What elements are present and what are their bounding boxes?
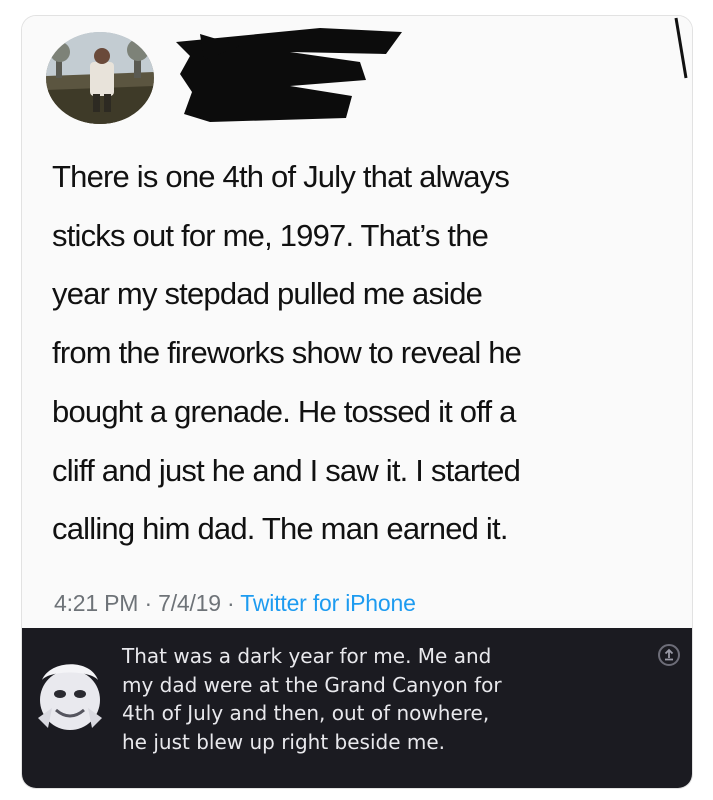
tweet-source-link[interactable]: Twitter for iPhone xyxy=(240,590,416,616)
tweet-text: There is one 4th of July that always sti… xyxy=(52,159,522,547)
tweet-date[interactable]: 7/4/19 xyxy=(158,590,221,616)
share-icon[interactable] xyxy=(658,644,680,666)
meta-separator: · xyxy=(138,590,159,616)
profile-photo-icon xyxy=(46,32,154,124)
screenshot-frame: There is one 4th of July that always sti… xyxy=(22,16,692,788)
reply-text: That was a dark year for me. Me and my d… xyxy=(122,644,502,755)
meta-separator: · xyxy=(220,590,241,616)
redacted-author-name xyxy=(170,22,410,131)
corner-edge-mark xyxy=(672,16,692,101)
reply-comment: That was a dark year for me. Me and my d… xyxy=(22,628,692,788)
cartoon-avatar-icon xyxy=(38,664,102,730)
tweet-time: 4:21 PM xyxy=(54,590,139,616)
reply-avatar[interactable] xyxy=(32,648,108,734)
tweet-meta: 4:21 PM · 7/4/19 · Twitter for iPhone xyxy=(54,590,416,617)
profile-avatar[interactable] xyxy=(46,32,154,124)
tweet-card: There is one 4th of July that always sti… xyxy=(22,16,692,628)
